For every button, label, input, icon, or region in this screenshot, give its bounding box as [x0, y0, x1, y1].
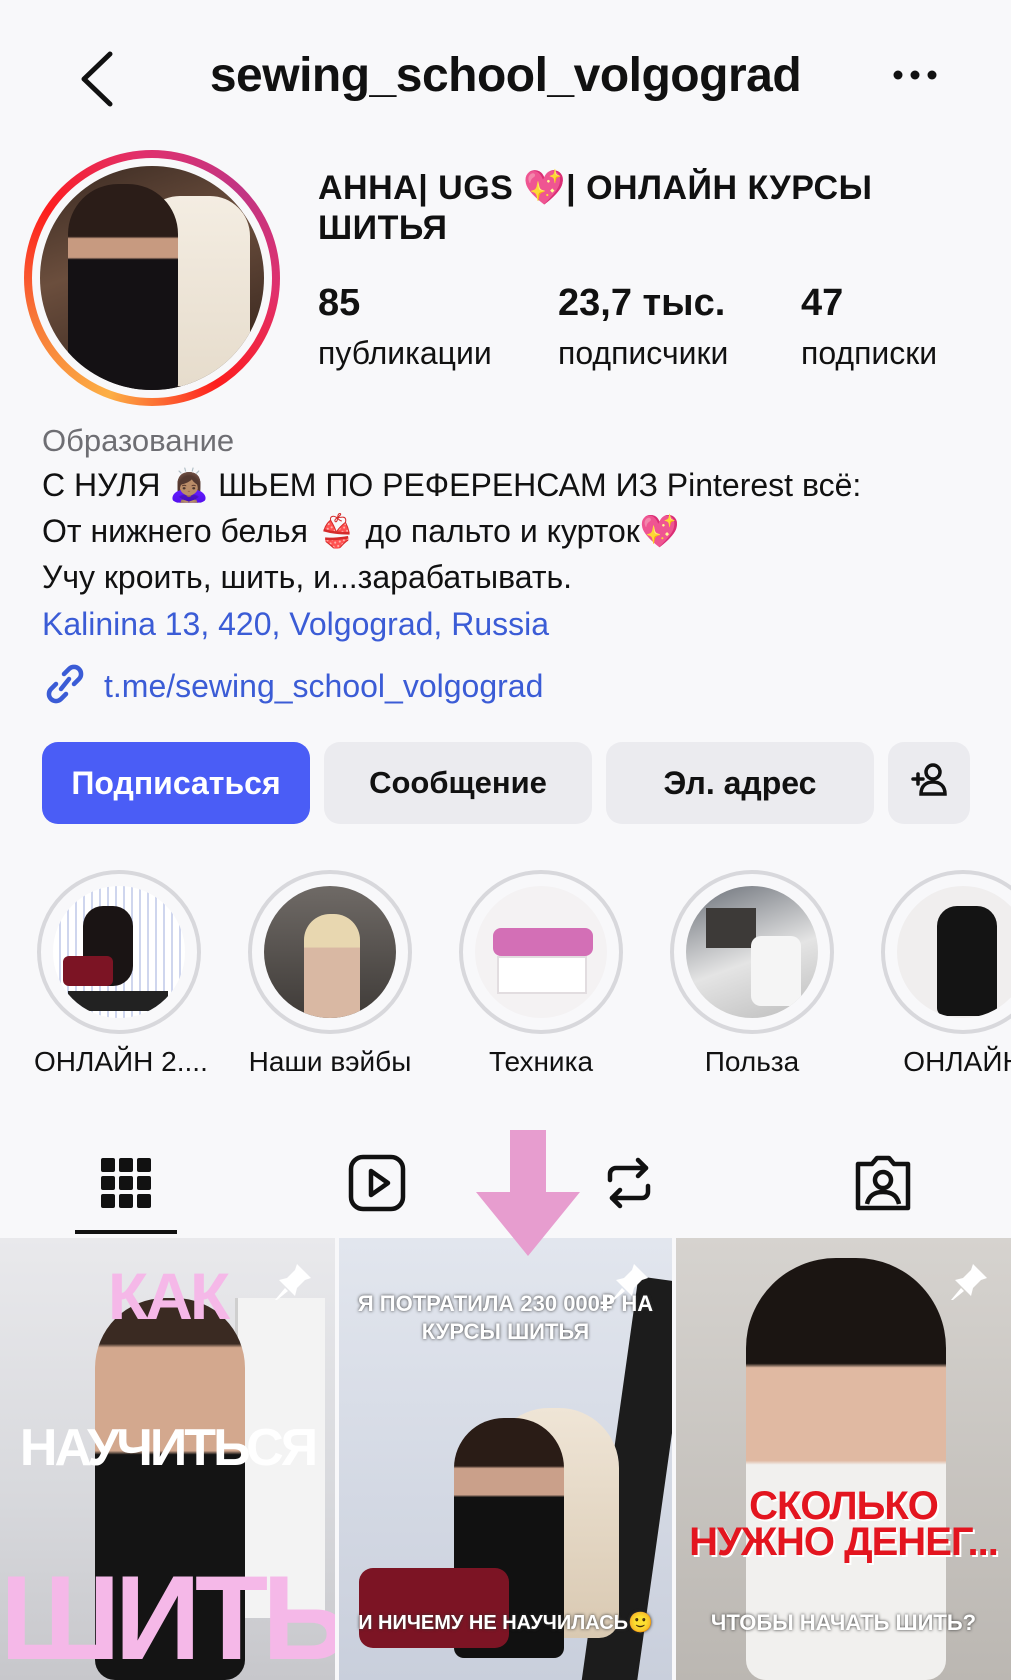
grid-icon — [93, 1158, 159, 1220]
post-tile[interactable]: Я ПОТРАТИЛА 230 000₽ НА КУРСЫ ШИТЬЯ И НИ… — [339, 1238, 672, 1680]
avatar — [40, 166, 264, 390]
highlight-cover — [264, 886, 396, 1018]
post-text: НАУЧИТЬСЯ — [19, 1419, 318, 1477]
active-tab-indicator — [75, 1230, 177, 1234]
stat-value: 23,7 тыс. — [558, 282, 726, 324]
stat-following[interactable]: 47 подписки — [801, 282, 937, 372]
profile-stats: 85 публикации 23,7 тыс. подписчики 47 по… — [318, 282, 998, 372]
profile-external-link[interactable]: t.me/sewing_school_volgograd — [42, 664, 543, 708]
tab-reposts[interactable] — [596, 1150, 662, 1216]
highlight-item[interactable]: ОНЛАЙН — [878, 870, 1011, 1078]
highlight-label: ОНЛАЙН — [903, 1046, 1011, 1077]
bio-line: Учу кроить, шить, и...зарабатывать. — [42, 559, 573, 595]
stat-label: публикации — [318, 335, 492, 371]
story-highlights: ОНЛАЙН 2.... Наши вэйбы Техника Польза О… — [0, 870, 1011, 1080]
story-ring[interactable] — [24, 150, 280, 406]
profile-category: Образование — [42, 423, 235, 458]
post-text: И НИЧЕМУ НЕ НАУЧИЛАСЬ🙂 — [358, 1612, 653, 1634]
highlight-label: ОНЛАЙН 2.... — [34, 1046, 208, 1077]
suggest-people-button[interactable] — [888, 742, 970, 824]
highlight-item[interactable]: Техника — [456, 870, 626, 1078]
profile-bio: Образование С НУЛЯ 🙇🏽‍♀️ ШЬЕМ ПО РЕФЕРЕН… — [42, 420, 992, 646]
link-icon — [42, 662, 88, 711]
reels-icon — [344, 1154, 410, 1220]
tagged-icon — [850, 1155, 916, 1220]
highlight-cover — [475, 886, 607, 1018]
email-button[interactable]: Эл. адрес — [606, 742, 874, 824]
message-button[interactable]: Сообщение — [324, 742, 592, 824]
highlight-cover — [53, 886, 185, 1018]
stat-label: подписки — [801, 335, 938, 371]
highlight-label: Техника — [488, 1046, 594, 1077]
top-bar: sewing_school_volgograd — [0, 0, 1011, 155]
bio-line: От нижнего белья 👙 до пальто и курток💖 — [42, 513, 680, 549]
highlight-label: Наши вэйбы — [248, 1046, 412, 1077]
tab-tagged[interactable] — [850, 1150, 916, 1216]
stat-label: подписчики — [558, 335, 729, 371]
profile-username: sewing_school_volgograd — [209, 49, 802, 102]
highlight-label: Польза — [704, 1046, 800, 1077]
pin-icon — [271, 1260, 315, 1304]
highlight-item[interactable]: Наши вэйбы — [245, 870, 415, 1078]
highlight-item[interactable]: Польза — [667, 870, 837, 1078]
post-text: СКОЛЬКО НУЖНО ДЕНЕГ... — [689, 1484, 999, 1564]
stat-posts[interactable]: 85 публикации — [318, 282, 492, 372]
stat-value: 47 — [801, 282, 844, 324]
bio-line: С НУЛЯ 🙇🏽‍♀️ ШЬЕМ ПО РЕФЕРЕНСАМ ИЗ Pinte… — [42, 467, 862, 503]
more-options-icon[interactable] — [890, 60, 940, 90]
profile-location-link[interactable]: Kalinina 13, 420, Volgograd, Russia — [42, 602, 992, 646]
arrow-down-icon — [476, 1130, 580, 1256]
highlight-item[interactable]: ОНЛАЙН 2.... — [34, 870, 208, 1078]
highlight-cover — [686, 886, 818, 1018]
post-tile[interactable]: КАК НАУЧИТЬСЯ ШИТЬ — [0, 1238, 335, 1680]
post-tile[interactable]: СКОЛЬКО НУЖНО ДЕНЕГ... ЧТОБЫ НАЧАТЬ ШИТЬ… — [676, 1238, 1011, 1680]
link-text: t.me/sewing_school_volgograd — [104, 667, 544, 704]
post-text: ШИТЬ — [0, 1551, 335, 1680]
pin-icon — [608, 1260, 652, 1304]
follow-button[interactable]: Подписаться — [42, 742, 310, 824]
tab-reels[interactable] — [344, 1150, 410, 1216]
highlight-cover — [897, 886, 1011, 1018]
repost-icon — [596, 1157, 662, 1220]
stat-followers[interactable]: 23,7 тыс. подписчики — [558, 282, 728, 372]
pin-icon — [947, 1260, 991, 1304]
stat-value: 85 — [318, 282, 361, 324]
add-person-icon — [909, 759, 949, 807]
profile-display-name: АННА| UGS 💖| ОНЛАЙН КУРСЫ ШИТЬЯ — [318, 169, 873, 247]
post-text: ЧТОБЫ НАЧАТЬ ШИТЬ? — [710, 1610, 977, 1635]
tab-grid[interactable] — [93, 1150, 159, 1216]
posts-grid: КАК НАУЧИТЬСЯ ШИТЬ Я ПОТРАТИЛА 230 000₽ … — [0, 1238, 1011, 1680]
